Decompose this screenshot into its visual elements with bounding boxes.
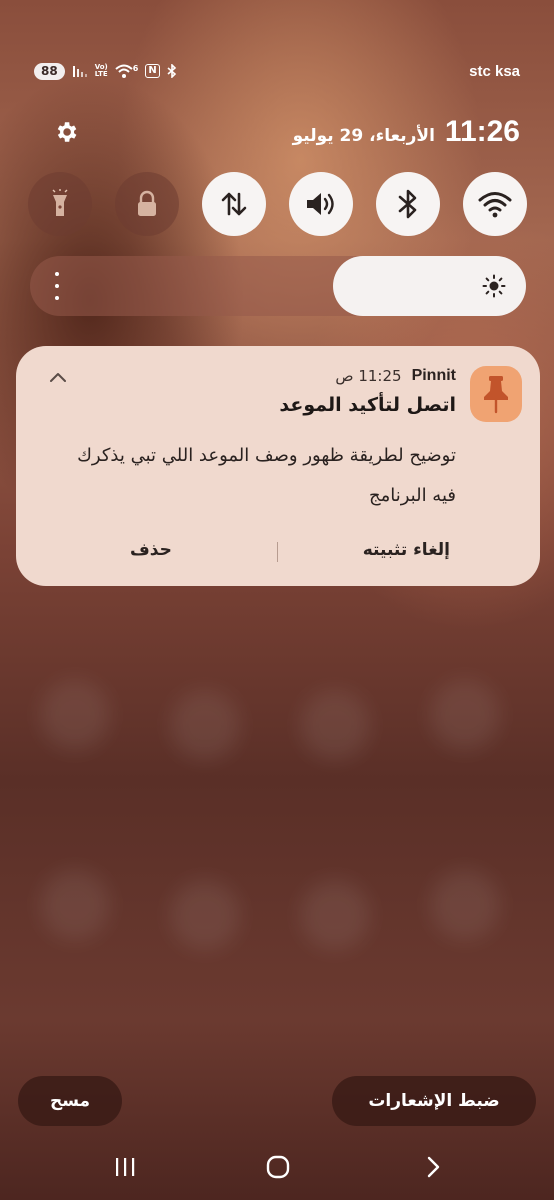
notification-actions: إلغاء تثبيته حذف	[16, 532, 540, 568]
wallpaper-blur	[430, 870, 500, 940]
wallpaper-blur	[170, 880, 240, 950]
pin-icon	[484, 376, 508, 414]
delete-button[interactable]: حذف	[130, 532, 172, 568]
sun-icon	[482, 274, 506, 298]
wifi-icon	[478, 192, 512, 218]
navigation-bar	[0, 1146, 554, 1186]
volte-icon: Vo) LTE	[94, 63, 108, 78]
clock: 11:26	[444, 115, 520, 148]
wallpaper-blur	[300, 690, 370, 760]
bluetooth-icon	[398, 189, 417, 219]
carrier-label: stc ksa	[469, 62, 520, 80]
battery-indicator: 88	[34, 62, 65, 80]
recents-icon	[116, 1158, 135, 1176]
back-button[interactable]	[418, 1152, 448, 1182]
nfc-icon: N	[145, 64, 160, 78]
back-icon	[427, 1156, 440, 1178]
toggle-sound[interactable]	[289, 172, 353, 236]
app-name: Pinnit	[411, 367, 456, 384]
lock-icon	[138, 190, 156, 216]
data-transfer-icon	[221, 192, 247, 216]
wifi-band-label: 6	[132, 64, 139, 73]
wallpaper-blur	[430, 680, 500, 750]
toggle-wifi[interactable]	[463, 172, 527, 236]
date-time[interactable]: الأربعاء، 29 يوليو 11:26	[293, 115, 520, 149]
brightness-fill[interactable]	[333, 256, 526, 316]
home-button[interactable]	[263, 1152, 293, 1182]
flashlight-icon	[52, 189, 68, 216]
signal-icon	[72, 66, 87, 77]
unpin-button[interactable]: إلغاء تثبيته	[363, 532, 450, 568]
brightness-slider[interactable]	[30, 256, 526, 316]
gear-icon	[57, 122, 77, 142]
wallpaper-blur	[170, 690, 240, 760]
notification-header: Pinnit 11:25 ص	[335, 367, 456, 385]
notification-card[interactable]: Pinnit 11:25 ص اتصل لتأكيد الموعد توضيح …	[16, 346, 540, 586]
quick-settings	[28, 172, 528, 236]
action-divider	[277, 542, 278, 562]
toggle-mobile-data[interactable]	[202, 172, 266, 236]
status-icons: 88 Vo) LTE 6 N	[34, 62, 177, 80]
toggle-screen-lock[interactable]	[115, 172, 179, 236]
wallpaper-blur	[40, 870, 110, 940]
toggle-bluetooth[interactable]	[376, 172, 440, 236]
notification-title: اتصل لتأكيد الموعد	[279, 394, 456, 416]
notification-body: توضيح لطريقة ظهور وصف الموعد اللي تبي يذ…	[77, 445, 456, 506]
clear-button[interactable]: مسح	[18, 1076, 122, 1126]
status-bar: 88 Vo) LTE 6 N stc ksa	[34, 58, 520, 84]
app-icon	[470, 366, 522, 422]
wifi-icon: 6	[115, 64, 139, 78]
chevron-up-icon[interactable]	[46, 366, 70, 390]
recents-button[interactable]	[110, 1152, 140, 1182]
date-label: الأربعاء، 29 يوليو	[292, 126, 435, 146]
more-options-icon[interactable]	[52, 272, 62, 300]
volume-icon	[307, 193, 334, 215]
toggle-flashlight[interactable]	[28, 172, 92, 236]
bluetooth-icon	[167, 64, 176, 78]
wallpaper-blur	[40, 680, 110, 750]
home-icon	[266, 1155, 290, 1179]
wallpaper-blur	[300, 880, 370, 950]
notification-settings-button[interactable]: ضبط الإشعارات	[332, 1076, 536, 1126]
settings-button[interactable]	[50, 116, 82, 148]
notification-time: 11:25 ص	[335, 367, 402, 385]
panel-header: الأربعاء، 29 يوليو 11:26	[50, 112, 520, 152]
